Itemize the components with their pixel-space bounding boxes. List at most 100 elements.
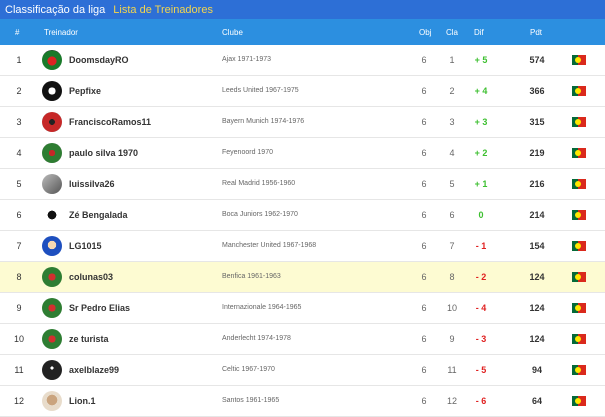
classification-value: 4 (449, 148, 455, 158)
club-name: Anderlecht 1974-1978 (222, 335, 291, 342)
objective-value: 6 (421, 210, 427, 220)
page-title[interactable]: Classificação da liga (5, 4, 105, 16)
difference-value: + 2 (474, 148, 488, 158)
club-name: Bayern Munich 1974-1976 (222, 118, 305, 125)
club-name: Leeds United 1967-1975 (222, 87, 299, 94)
avatar-icon (42, 236, 62, 256)
avatar-icon (42, 50, 62, 70)
coach-name-link[interactable]: colunas03 (69, 262, 113, 292)
points-value: 574 (529, 55, 545, 65)
rank-number: 12 (13, 396, 24, 406)
rank-number: 1 (16, 55, 22, 65)
club-name: Celtic 1967-1970 (222, 366, 275, 373)
classification-value: 11 (447, 365, 457, 375)
classification-value: 7 (449, 241, 455, 251)
table-row[interactable]: 9 Sr Pedro Elias Internazionale 1964-1965 6… (0, 293, 605, 324)
points-value: 366 (529, 86, 545, 96)
coach-avatar[interactable] (42, 391, 62, 411)
coach-name-link[interactable]: Pepfixe (69, 76, 101, 106)
table-row[interactable]: 5 luissilva26 Real Madrid 1956-1960 6 5 + 1 21… (0, 169, 605, 200)
avatar-icon (42, 112, 62, 132)
table-row[interactable]: 6 Zé Bengalada Boca Juniors 1962-1970 6 6 0 21… (0, 200, 605, 231)
portugal-flag-icon (572, 365, 586, 375)
portugal-flag-icon (572, 241, 586, 251)
coach-avatar[interactable] (42, 81, 62, 101)
coach-avatar[interactable] (42, 236, 62, 256)
coach-avatar[interactable] (42, 267, 62, 287)
rank-number: 4 (16, 148, 22, 158)
objective-value: 6 (421, 396, 427, 406)
difference-value: - 3 (475, 334, 487, 344)
table-row[interactable]: 2 Pepfixe Leeds United 1967-1975 6 2 + 4 366 (0, 76, 605, 107)
table-row[interactable]: 4 paulo silva 1970 Feyenoord 1970 6 4 + 2 219 (0, 138, 605, 169)
coach-avatar[interactable] (42, 50, 62, 70)
difference-value: + 1 (474, 179, 488, 189)
coach-avatar[interactable] (42, 205, 62, 225)
rank-number: 9 (16, 303, 22, 313)
coach-name-link[interactable]: axelblaze99 (69, 355, 119, 385)
avatar-icon (42, 174, 62, 194)
coach-name-link[interactable]: luissilva26 (69, 169, 115, 199)
col-coach-header: Treinador (44, 28, 78, 37)
avatar-icon (42, 360, 62, 380)
objective-value: 6 (421, 272, 427, 282)
coach-name-link[interactable]: paulo silva 1970 (69, 138, 138, 168)
objective-value: 6 (421, 148, 427, 158)
coach-name-link[interactable]: LG1015 (69, 231, 102, 261)
avatar-icon (42, 391, 62, 411)
coach-avatar[interactable] (42, 329, 62, 349)
rank-number: 11 (14, 365, 24, 375)
table-row[interactable]: 8 colunas03 Benfica 1961-1963 6 8 - 2 124 (0, 262, 605, 293)
objective-value: 6 (421, 241, 427, 251)
col-cla-header: Cla (446, 28, 459, 37)
avatar-icon (42, 81, 62, 101)
top-bar: Classificação da liga Lista de Treinador… (0, 0, 605, 19)
table-header: # Treinador Clube Obj Cla Dif Pdt (0, 19, 605, 45)
objective-value: 6 (421, 365, 427, 375)
points-value: 124 (529, 303, 545, 313)
rank-number: 10 (13, 334, 24, 344)
classification-value: 8 (449, 272, 455, 282)
difference-value: + 5 (474, 55, 488, 65)
rank-number: 5 (16, 179, 22, 189)
objective-value: 6 (421, 334, 427, 344)
table-row[interactable]: 10 ze turista Anderlecht 1974-1978 6 9 - 3 124 (0, 324, 605, 355)
coach-name-link[interactable]: Sr Pedro Elias (69, 293, 130, 323)
portugal-flag-icon (572, 55, 586, 65)
points-value: 216 (529, 179, 545, 189)
coach-avatar[interactable] (42, 298, 62, 318)
coach-name-link[interactable]: Zé Bengalada (69, 200, 128, 230)
table-row[interactable]: 7 LG1015 Manchester United 1967-1968 6 7 - 1 1… (0, 231, 605, 262)
avatar-icon (42, 298, 62, 318)
col-club-header: Clube (222, 28, 243, 37)
club-name: Santos 1961-1965 (222, 397, 280, 404)
coach-name-link[interactable]: Lion.1 (69, 386, 96, 416)
table-row[interactable]: 1 DoomsdayRO Ajax 1971-1973 6 1 + 5 574 (0, 45, 605, 76)
coach-list-tab[interactable]: Lista de Treinadores (113, 4, 213, 16)
points-value: 64 (531, 396, 542, 406)
col-pts-header: Pdt (530, 28, 543, 37)
coach-name-link[interactable]: FranciscoRamos11 (69, 107, 151, 137)
points-value: 124 (529, 272, 545, 282)
classification-value: 10 (446, 303, 457, 313)
table-row[interactable]: 11 axelblaze99 Celtic 1967-1970 6 11 - 5 94 (0, 355, 605, 386)
difference-value: + 4 (474, 86, 488, 96)
classification-value: 9 (449, 334, 455, 344)
classification-value: 6 (449, 210, 455, 220)
coach-name-link[interactable]: DoomsdayRO (69, 45, 129, 75)
coach-avatar[interactable] (42, 112, 62, 132)
table-row[interactable]: 12 Lion.1 Santos 1961-1965 6 12 - 6 64 (0, 386, 605, 417)
objective-value: 6 (421, 86, 427, 96)
table-row[interactable]: 3 FranciscoRamos11 Bayern Munich 1974-1976… (0, 107, 605, 138)
points-value: 315 (529, 117, 545, 127)
coach-avatar[interactable] (42, 360, 62, 380)
coach-name-link[interactable]: ze turista (69, 324, 109, 354)
coach-avatar[interactable] (42, 143, 62, 163)
points-value: 214 (529, 210, 545, 220)
club-name: Benfica 1961-1963 (222, 273, 281, 280)
rank-number: 2 (16, 86, 22, 96)
points-value: 94 (531, 365, 542, 375)
difference-value: - 6 (475, 396, 487, 406)
standings-table: 1 DoomsdayRO Ajax 1971-1973 6 1 + 5 574 2 Pepfix… (0, 45, 605, 417)
coach-avatar[interactable] (42, 174, 62, 194)
